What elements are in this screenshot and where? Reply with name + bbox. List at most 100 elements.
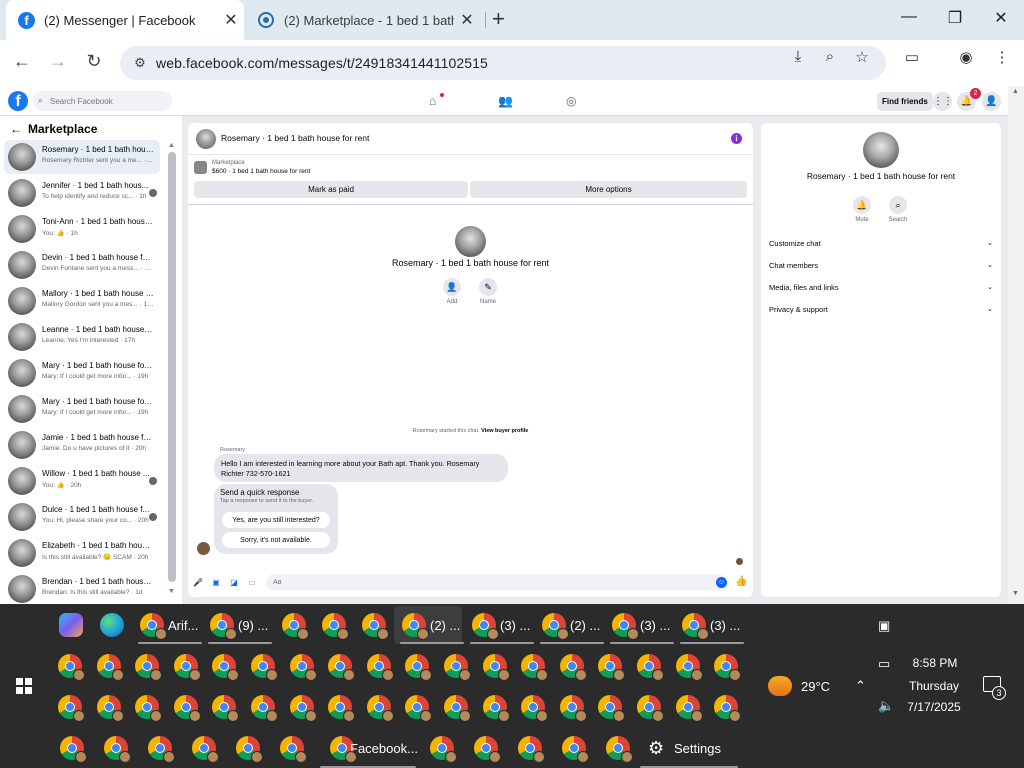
chrome-icon[interactable]	[482, 695, 510, 722]
start-button[interactable]	[16, 678, 32, 694]
chrome-icon[interactable]	[405, 695, 433, 722]
chat-list-item[interactable]: Mary · 1 bed 1 bath house for ... Mary: I…	[4, 356, 160, 390]
zoom-icon[interactable]: ⌕	[820, 48, 840, 65]
groups-icon[interactable]: ◎	[566, 94, 576, 108]
chrome-icon[interactable]	[714, 654, 742, 681]
chrome-icon[interactable]	[322, 613, 349, 640]
chrome-icon[interactable]	[559, 654, 587, 681]
tab-close-icon[interactable]: ✕	[218, 10, 244, 30]
chat-list-item[interactable]: Jennifer · 1 bed 1 bath hous... To help i…	[4, 176, 160, 210]
info-icon[interactable]: i	[731, 133, 742, 144]
settings-label[interactable]: Settings	[674, 741, 721, 756]
chat-list-item[interactable]: Dulce · 1 bed 1 bath house f... You: Hi, …	[4, 500, 160, 534]
chrome-icon[interactable]	[472, 613, 499, 640]
bookmark-star-icon[interactable]: ☆	[852, 48, 872, 66]
scroll-up-icon[interactable]: ▲	[1012, 88, 1019, 95]
friends-icon[interactable]: 👥	[498, 94, 513, 108]
chrome-icon[interactable]	[474, 736, 501, 763]
chrome-icon[interactable]	[430, 736, 457, 763]
chrome-icon[interactable]	[562, 736, 589, 763]
tab-close-icon[interactable]: ✕	[454, 10, 480, 30]
chrome-icon[interactable]	[328, 654, 356, 681]
chrome-icon[interactable]	[675, 695, 703, 722]
chat-list-item[interactable]: Brendan · 1 bed 1 bath house f... Brendan…	[4, 572, 160, 606]
chrome-icon[interactable]	[405, 654, 433, 681]
chrome-icon[interactable]	[60, 736, 87, 763]
chrome-icon[interactable]	[58, 695, 85, 722]
chat-list-item[interactable]: Willow · 1 bed 1 bath house ... You: 👍 · …	[4, 464, 160, 498]
chrome-icon[interactable]	[402, 613, 429, 640]
media-files-links-row[interactable]: Media, files and links ⌄	[769, 283, 993, 297]
facebook-logo-icon[interactable]: f	[8, 91, 28, 111]
reload-icon[interactable]: ↻	[82, 51, 106, 72]
chrome-icon[interactable]	[559, 695, 587, 722]
network-icon[interactable]: ▭	[878, 656, 890, 672]
chrome-icon[interactable]	[282, 613, 309, 640]
chrome-icon[interactable]	[148, 736, 175, 763]
show-hidden-icons-chevron-icon[interactable]: ⌃	[855, 678, 866, 694]
site-info-icon[interactable]: ⚙	[130, 53, 150, 73]
chrome-icon[interactable]	[251, 695, 278, 722]
chrome-icon[interactable]	[598, 695, 626, 722]
chrome-icon[interactable]	[482, 654, 510, 681]
chrome-icon[interactable]	[140, 613, 167, 640]
clock-date[interactable]: 7/17/2025	[898, 700, 970, 714]
sticker-icon[interactable]: ◪	[228, 578, 240, 587]
search-button[interactable]: ⌕ Search	[884, 196, 912, 223]
quick-reply-not-available[interactable]: Sorry, it's not available.	[222, 532, 330, 548]
chrome-icon[interactable]	[444, 654, 471, 681]
volume-icon[interactable]: 🔈	[878, 698, 894, 714]
chrome-icon[interactable]	[173, 654, 201, 681]
facebook-search-input[interactable]	[33, 91, 172, 111]
account-avatar-icon[interactable]: 👤	[982, 92, 1001, 111]
chrome-icon[interactable]	[366, 654, 394, 681]
install-app-icon[interactable]: ⤓	[788, 48, 808, 65]
chrome-icon[interactable]	[289, 654, 317, 681]
edge-browser-icon[interactable]	[100, 613, 124, 637]
chrome-icon[interactable]	[521, 695, 549, 722]
customize-chat-row[interactable]: Customize chat ⌄	[769, 239, 993, 253]
chrome-icon[interactable]	[210, 613, 237, 640]
chrome-icon[interactable]	[682, 613, 709, 640]
chat-list-item[interactable]: Toni-Ann · 1 bed 1 bath house ... You: 👍 …	[4, 212, 160, 246]
photo-icon[interactable]: ▣	[210, 578, 222, 587]
menu-icon[interactable]: ⋮	[992, 48, 1012, 66]
chat-list-item[interactable]: Elizabeth · 1 bed 1 bath house ... Is thi…	[4, 536, 160, 570]
chat-list-item[interactable]: Devin · 1 bed 1 bath house for ... Devin …	[4, 248, 160, 282]
chrome-icon[interactable]	[96, 654, 124, 681]
chrome-icon[interactable]	[366, 695, 394, 722]
chrome-icon[interactable]	[212, 654, 240, 681]
weather-temperature[interactable]: 29°C	[801, 679, 830, 694]
tab-marketplace[interactable]: (2) Marketplace - 1 bed 1 bath h ✕	[248, 0, 480, 40]
sidebar-scrollbar[interactable]: ▲ ▼	[168, 142, 176, 595]
clock-time[interactable]: 8:58 PM	[900, 656, 970, 670]
edit-name-button[interactable]: ✎ Name	[476, 278, 500, 305]
back-icon[interactable]: ←	[10, 51, 34, 72]
camera-icon[interactable]: ▣	[878, 618, 890, 634]
new-tab-icon[interactable]: +	[492, 8, 505, 30]
chrome-icon[interactable]	[637, 695, 664, 722]
chrome-icon[interactable]	[251, 654, 278, 681]
chat-list-item[interactable]: Mary · 1 bed 1 bath house for ... Mary: I…	[4, 392, 160, 426]
chrome-icon[interactable]	[289, 695, 317, 722]
chrome-icon[interactable]	[280, 736, 307, 763]
chrome-icon[interactable]	[637, 654, 664, 681]
chrome-icon[interactable]	[362, 613, 389, 640]
home-icon[interactable]: ⌂	[429, 94, 436, 108]
minimize-icon[interactable]: —	[894, 8, 924, 26]
gif-icon[interactable]: ▭	[246, 578, 258, 587]
chrome-icon[interactable]	[518, 736, 545, 763]
scroll-down-icon[interactable]: ▼	[168, 588, 175, 595]
marketplace-listing-card[interactable]: Marketplace $600 · 1 bed 1 bath house fo…	[194, 159, 747, 177]
weather-icon[interactable]	[768, 676, 792, 696]
chrome-icon[interactable]	[444, 695, 471, 722]
chat-list-item[interactable]: Leanne · 1 bed 1 bath house fo... Leanne:…	[4, 320, 160, 354]
conversation-title[interactable]: Rosemary · 1 bed 1 bath house for rent	[221, 133, 369, 143]
chrome-icon[interactable]	[173, 695, 201, 722]
address-bar[interactable]: ⚙ web.facebook.com/messages/t/2491834144…	[120, 46, 886, 80]
chrome-icon[interactable]	[58, 654, 85, 681]
add-people-button[interactable]: 👤 Add	[440, 278, 464, 305]
emoji-icon[interactable]: ☺	[716, 577, 727, 588]
thumbs-up-icon[interactable]: 👍	[735, 576, 747, 587]
chrome-icon[interactable]	[612, 613, 639, 640]
